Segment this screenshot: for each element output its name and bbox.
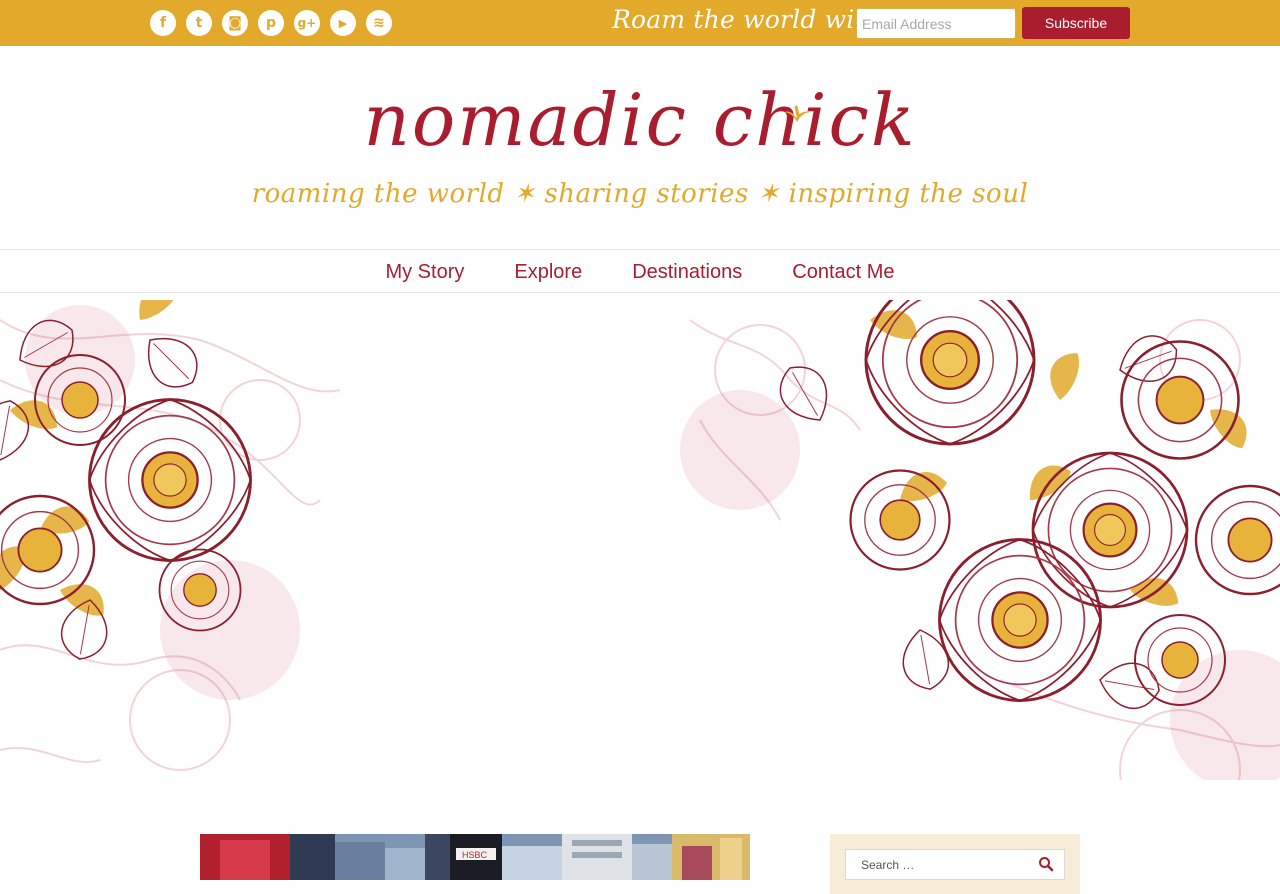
- subscribe-button[interactable]: Subscribe: [1022, 7, 1130, 39]
- email-field[interactable]: [856, 8, 1016, 39]
- main-nav: My Story Explore Destinations Contact Me: [0, 249, 1280, 293]
- sidebar-search-widget: [830, 834, 1080, 894]
- city-street-image: HSBC: [200, 834, 750, 880]
- featured-post-photo[interactable]: HSBC: [200, 834, 750, 880]
- social-links: f t ◙ p g+ ▶ ≋: [150, 10, 392, 36]
- rss-icon[interactable]: ≋: [366, 10, 392, 36]
- site-tagline: roaming the world ✶ sharing stories ✶ in…: [251, 179, 1029, 209]
- google-plus-icon[interactable]: g+: [294, 10, 320, 36]
- nav-item-destinations[interactable]: Destinations: [632, 250, 742, 292]
- search-icon[interactable]: [1038, 856, 1054, 872]
- site-logo-title[interactable]: nomadic chick: [0, 70, 1280, 170]
- top-bar: f t ◙ p g+ ▶ ≋ Roam the world with me...…: [0, 0, 1280, 46]
- bird-icon: [784, 105, 810, 122]
- nav-item-my-story[interactable]: My Story: [385, 250, 464, 292]
- youtube-icon[interactable]: ▶: [330, 10, 356, 36]
- twitter-icon[interactable]: t: [186, 10, 212, 36]
- instagram-icon[interactable]: ◙: [222, 10, 248, 36]
- search-input[interactable]: [845, 849, 1065, 880]
- floral-banner-illustration: [0, 300, 1280, 780]
- hsbc-sign: HSBC: [462, 850, 488, 860]
- nav-item-contact-me[interactable]: Contact Me: [792, 250, 894, 292]
- pinterest-icon[interactable]: p: [258, 10, 284, 36]
- nav-item-explore[interactable]: Explore: [514, 250, 582, 292]
- facebook-icon[interactable]: f: [150, 10, 176, 36]
